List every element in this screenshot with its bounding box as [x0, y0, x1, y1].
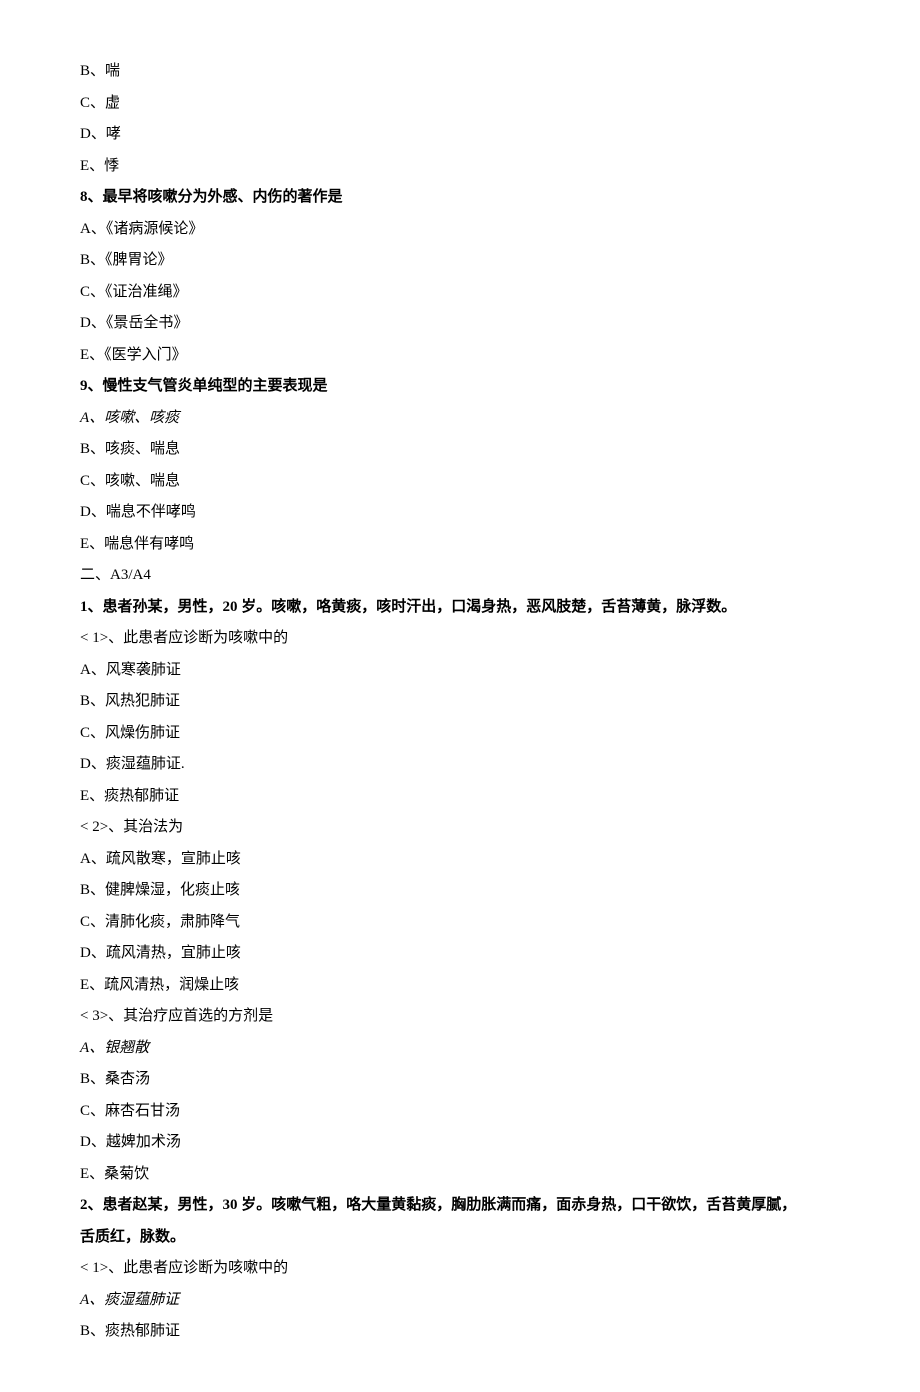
text-line: C、清肺化痰，肃肺降气: [80, 911, 840, 934]
text-line: E、桑菊饮: [80, 1163, 840, 1186]
text-line: B、喘: [80, 60, 840, 83]
text-line: E、《医学入门》: [80, 344, 840, 367]
text-line: D、越婢加术汤: [80, 1131, 840, 1154]
text-line: < 1>、此患者应诊断为咳嗽中的: [80, 627, 840, 650]
text-line: E、痰热郁肺证: [80, 785, 840, 808]
text-line: E、喘息伴有哮鸣: [80, 533, 840, 556]
text-line: C、风燥伤肺证: [80, 722, 840, 745]
text-line: E、疏风清热，润燥止咳: [80, 974, 840, 997]
text-line: 9、慢性支气管炎单纯型的主要表现是: [80, 375, 840, 398]
text-line: C、咳嗽、喘息: [80, 470, 840, 493]
text-line: 舌质红，脉数。: [80, 1226, 840, 1249]
text-line: 1、患者孙某，男性，20 岁。咳嗽，咯黄痰，咳时汗出，口渴身热，恶风肢楚，舌苔薄…: [80, 596, 840, 619]
document-page: B、喘 C、虚 D、哮 E、悸 8、最早将咳嗽分为外感、内伤的著作是 A、《诸病源候论》 B…: [0, 0, 920, 1392]
text-line: B、痰热郁肺证: [80, 1320, 840, 1343]
text-line: A、咳嗽、咳痰: [80, 407, 840, 430]
text-line: B、《脾胃论》: [80, 249, 840, 272]
text-line: 8、最早将咳嗽分为外感、内伤的著作是: [80, 186, 840, 209]
text-line: B、风热犯肺证: [80, 690, 840, 713]
text-line: D、喘息不伴哮鸣: [80, 501, 840, 524]
text-line: E、悸: [80, 155, 840, 178]
text-line: < 2>、其治法为: [80, 816, 840, 839]
text-line: D、《景岳全书》: [80, 312, 840, 335]
text-line: A、痰湿蕴肺证: [80, 1289, 840, 1312]
text-line: 2、患者赵某，男性，30 岁。咳嗽气粗，咯大量黄黏痰，胸肋胀满而痛，面赤身热，口…: [80, 1194, 840, 1217]
text-line: B、桑杏汤: [80, 1068, 840, 1091]
text-line: B、咳痰、喘息: [80, 438, 840, 461]
text-line: D、疏风清热，宜肺止咳: [80, 942, 840, 965]
text-line: C、《证治准绳》: [80, 281, 840, 304]
text-line: A、风寒袭肺证: [80, 659, 840, 682]
text-line: A、银翘散: [80, 1037, 840, 1060]
text-line: A、《诸病源候论》: [80, 218, 840, 241]
text-line: C、虚: [80, 92, 840, 115]
text-line: 二、A3/A4: [80, 564, 840, 587]
text-line: D、痰湿蕴肺证.: [80, 753, 840, 776]
text-line: C、麻杏石甘汤: [80, 1100, 840, 1123]
text-line: D、哮: [80, 123, 840, 146]
text-line: B、健脾燥湿，化痰止咳: [80, 879, 840, 902]
text-line: A、疏风散寒，宣肺止咳: [80, 848, 840, 871]
text-line: < 3>、其治疗应首选的方剂是: [80, 1005, 840, 1028]
text-line: < 1>、此患者应诊断为咳嗽中的: [80, 1257, 840, 1280]
